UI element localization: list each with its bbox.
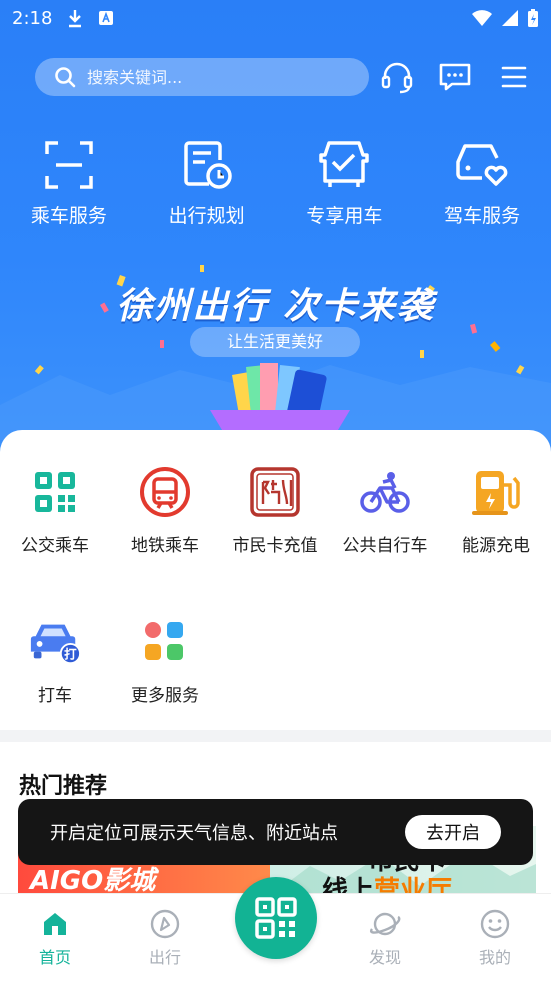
svg-text:打: 打 [64,646,77,661]
enable-location-button[interactable]: 去开启 [405,815,501,849]
top-service-exclusive-car[interactable]: 专享用车 [276,135,414,228]
signal-icon [502,10,518,26]
banner-subtitle: 让生活更美好 [190,327,360,357]
nav-travel[interactable]: 出行 [110,908,220,968]
nav-mine[interactable]: 我的 [440,908,550,968]
smile-icon [480,909,510,939]
service-taxi[interactable]: 打 打车 [0,615,110,706]
taxi-icon: 打 [30,624,82,665]
service-label: 打车 [38,686,72,706]
nav-discover[interactable]: 发现 [330,908,440,968]
wifi-icon [472,10,492,26]
qr-code-icon [35,472,75,512]
top-service-driving[interactable]: 驾车服务 [413,135,551,228]
messages-button[interactable] [436,58,474,96]
nav-label: 我的 [478,948,511,967]
menu-button[interactable] [495,58,533,96]
banner-title: 徐州出行 次卡来袭 [116,286,435,327]
download-icon [69,10,82,28]
cards-illustration [210,363,350,435]
service-bus[interactable]: 公交乘车 [0,465,110,556]
service-metro[interactable]: 地铁乘车 [110,465,220,556]
scan-frame-icon [45,141,93,189]
metro-icon [140,467,190,517]
nav-home[interactable]: 首页 [0,908,110,968]
service-energy-charging[interactable]: 能源充电 [441,465,551,556]
nav-label: 发现 [368,948,401,967]
charging-station-icon [472,471,520,515]
hamburger-menu-icon [501,66,527,88]
nav-label: 首页 [38,948,71,967]
search-box[interactable] [35,58,369,96]
message-icon [439,63,471,91]
qr-code-icon [255,897,297,939]
car-heart-icon [456,144,508,186]
service-label: 公共自行车 [342,536,428,556]
top-service-ride[interactable]: 乘车服务 [0,135,138,228]
services-card: 公交乘车 地铁乘车 市民卡充值 公共自行车 能源充电 打 打车 更多服务 [0,430,551,730]
service-label: 公交乘车 [21,536,89,556]
home-icon [44,913,66,935]
headset-icon [381,62,413,94]
search-row [35,58,531,96]
search-input[interactable] [87,67,337,87]
top-services: 乘车服务 出行规划 专享用车 驾车服务 [0,135,551,228]
toast-message: 开启定位可展示天气信息、附近站点 [50,823,338,844]
promo-banner[interactable]: 徐州出行 次卡来袭 让生活更美好 [0,255,551,440]
status-bar: 2:18 [0,0,551,36]
search-icon [55,67,76,88]
location-toast: 开启定位可展示天气信息、附近站点 去开启 [18,799,533,865]
route-plan-clock-icon [183,141,232,189]
top-service-label: 出行规划 [168,205,245,227]
more-grid-icon [145,622,183,660]
nav-label: 出行 [148,948,181,967]
promo-cinema-text: AIGO影城 [30,866,156,896]
top-service-label: 驾车服务 [444,205,521,227]
service-more[interactable]: 更多服务 [110,615,220,706]
service-citizen-card[interactable]: 市民卡充值 [220,465,330,556]
top-service-label: 乘车服务 [30,205,107,227]
bicycle-icon [360,472,410,513]
status-time: 2:18 [12,7,53,29]
scan-qr-button[interactable] [235,877,317,959]
service-label: 更多服务 [131,686,199,706]
service-label: 市民卡充值 [232,536,318,556]
citizen-card-seal-icon [250,467,300,517]
service-label: 能源充电 [462,536,530,556]
compass-icon [150,909,180,939]
hot-section-title: 热门推荐 [19,774,108,799]
app-notification-icon [99,11,114,25]
service-public-bike[interactable]: 公共自行车 [330,465,440,556]
battery-icon [528,9,538,27]
top-service-plan[interactable]: 出行规划 [138,135,276,228]
top-service-label: 专享用车 [306,205,383,227]
section-divider [0,730,551,742]
customer-service-button[interactable] [378,58,416,96]
car-check-icon [319,141,370,187]
planet-icon [370,912,401,936]
service-label: 地铁乘车 [131,536,199,556]
